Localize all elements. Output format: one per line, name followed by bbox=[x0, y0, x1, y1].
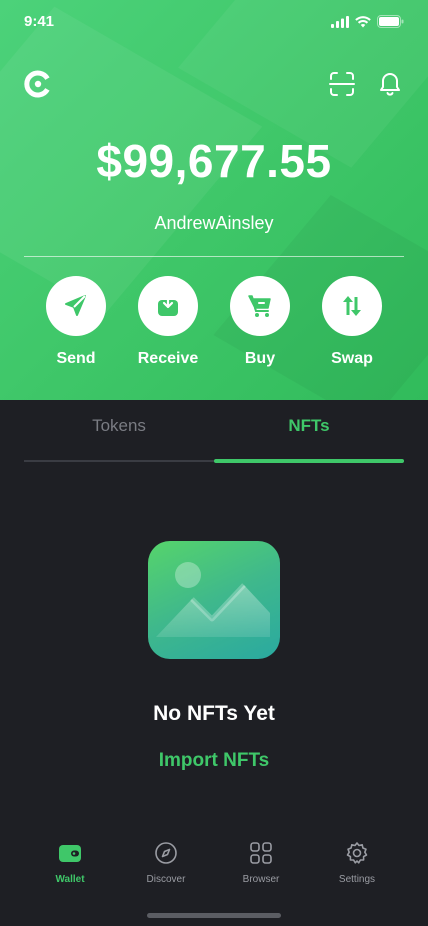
signal-icon bbox=[331, 15, 349, 28]
buy-circle bbox=[230, 276, 290, 336]
home-indicator bbox=[147, 913, 281, 918]
wallet-header: 9:41 $99,677.55 AndrewAinsley Send Recei… bbox=[0, 0, 428, 400]
tab-active-indicator bbox=[214, 459, 404, 463]
tab-tokens[interactable]: Tokens bbox=[24, 416, 214, 436]
nav-browser[interactable]: Browser bbox=[216, 840, 306, 885]
scan-button[interactable] bbox=[328, 70, 356, 98]
nav-discover-label: Discover bbox=[146, 874, 186, 885]
nav-settings[interactable]: Settings bbox=[312, 840, 402, 885]
notifications-button[interactable] bbox=[376, 69, 404, 97]
wallet-icon bbox=[59, 845, 81, 862]
balance-amount: $99,677.55 bbox=[96, 135, 332, 187]
nav-wallet-label: Wallet bbox=[55, 874, 85, 885]
send-button[interactable]: Send bbox=[36, 276, 116, 368]
status-icons bbox=[331, 15, 404, 28]
quick-actions: Send Receive Buy Swap bbox=[0, 276, 428, 386]
bell-icon bbox=[380, 73, 400, 96]
status-bar: 9:41 bbox=[0, 0, 428, 44]
account-name[interactable]: AndrewAinsley bbox=[0, 213, 428, 234]
gear-icon bbox=[346, 842, 368, 864]
nav-browser-label: Browser bbox=[242, 874, 280, 885]
swap-icon bbox=[343, 296, 361, 316]
image-icon bbox=[156, 562, 270, 637]
divider bbox=[24, 256, 404, 257]
empty-state-title: No NFTs Yet bbox=[153, 702, 275, 725]
nav-discover[interactable]: Discover bbox=[121, 840, 211, 885]
cart-icon bbox=[248, 295, 271, 317]
empty-nft-illustration bbox=[148, 541, 280, 659]
send-circle bbox=[46, 276, 106, 336]
battery-icon bbox=[377, 15, 404, 28]
tab-nfts[interactable]: NFTs bbox=[214, 416, 404, 436]
asset-tabs: Tokens NFTs bbox=[24, 416, 404, 464]
buy-label: Buy bbox=[244, 350, 276, 367]
swap-circle bbox=[322, 276, 382, 336]
receive-circle bbox=[138, 276, 198, 336]
receive-button[interactable]: Receive bbox=[128, 276, 208, 368]
import-nfts-link[interactable]: Import NFTs bbox=[0, 750, 428, 772]
status-time: 9:41 bbox=[24, 13, 55, 30]
receive-label: Receive bbox=[137, 350, 199, 367]
send-label: Send bbox=[56, 350, 96, 367]
scan-icon bbox=[329, 72, 355, 96]
swap-button[interactable]: Swap bbox=[312, 276, 392, 368]
compass-icon bbox=[155, 842, 177, 864]
nav-settings-label: Settings bbox=[338, 874, 376, 885]
send-icon bbox=[65, 295, 86, 316]
wifi-icon bbox=[355, 15, 371, 27]
swap-label: Swap bbox=[331, 350, 373, 367]
grid-icon bbox=[250, 842, 272, 864]
app-logo bbox=[24, 70, 52, 98]
bottom-nav: Wallet Discover Browser Settings bbox=[0, 840, 428, 900]
receive-icon bbox=[158, 293, 178, 316]
buy-button[interactable]: Buy bbox=[220, 276, 300, 368]
nav-wallet[interactable]: Wallet bbox=[25, 840, 115, 885]
